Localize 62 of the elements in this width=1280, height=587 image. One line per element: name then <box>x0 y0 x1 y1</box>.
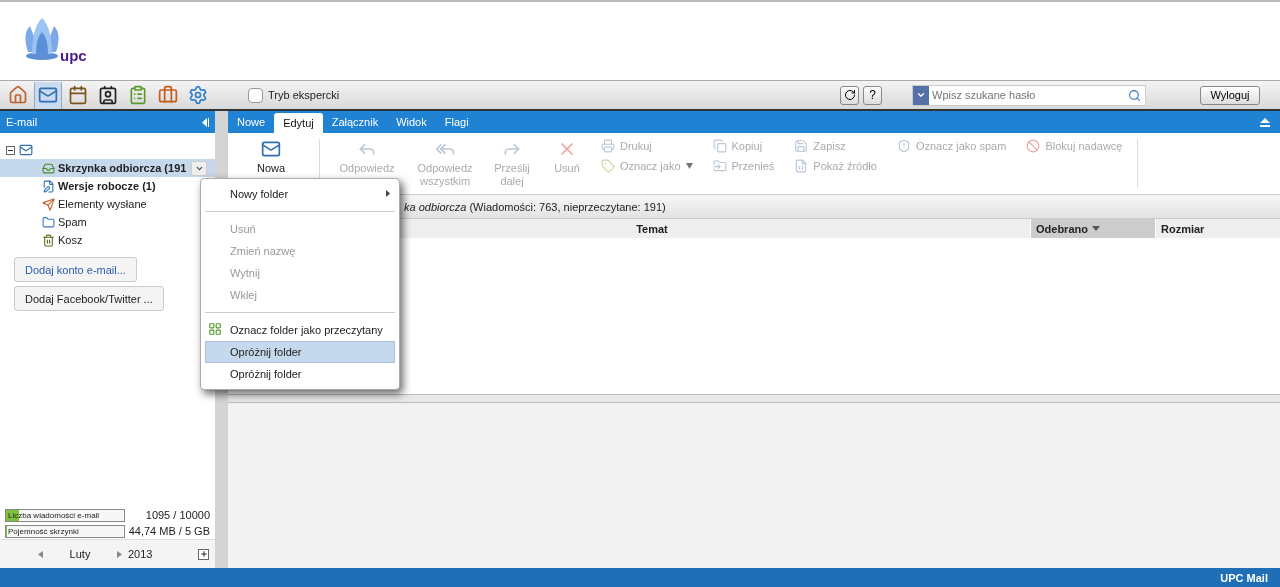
upc-logo: upc <box>18 14 87 62</box>
ribbon-tab[interactable]: Nowe <box>228 111 275 133</box>
month-label: Luty <box>68 548 92 560</box>
calendar-icon <box>68 85 88 105</box>
search-icon[interactable] <box>1128 88 1141 102</box>
refresh-icon <box>843 89 856 101</box>
app-name: UPC Mail <box>1220 571 1268 584</box>
previous-icon[interactable] <box>38 550 43 558</box>
menu-item[interactable]: Opróżnij folder <box>205 363 395 385</box>
checkbox[interactable] <box>248 87 263 103</box>
expand-button[interactable] <box>198 548 209 560</box>
mail-icon <box>19 143 33 157</box>
help-button[interactable]: ? <box>863 85 882 105</box>
send-icon <box>42 197 55 211</box>
collapse-icon[interactable] <box>1260 118 1270 127</box>
ribbon-tab[interactable]: Flagi <box>435 111 478 133</box>
mail-icon <box>261 139 281 159</box>
folder-item[interactable]: Skrzynka odbiorcza (191 <box>0 159 215 177</box>
inbox-icon <box>42 161 55 175</box>
add-account-button[interactable]: Dodaj konto e-mail... <box>14 257 137 282</box>
meter-label: Pojemność skrzynki <box>7 525 80 537</box>
grid-icon <box>208 322 222 336</box>
copy-icon <box>712 139 727 153</box>
menu-item[interactable]: Opróżnij folder <box>205 341 395 363</box>
ribbon-tab[interactable]: Edytuj <box>274 113 323 133</box>
briefcase-icon <box>158 85 178 105</box>
ribbon-tab[interactable]: Załącznik <box>322 111 388 133</box>
folder-info: ka odbiorcza (Wiadomości: 763, nieprzeczytane: 191) <box>404 200 666 213</box>
draft-icon <box>42 179 55 193</box>
meter-reading: 1095 / 10000 <box>144 509 210 521</box>
code-icon <box>794 159 809 173</box>
save-icon <box>794 139 809 153</box>
mail-icon <box>38 85 58 105</box>
sort-caret-icon <box>1091 226 1100 231</box>
shield-icon <box>896 139 911 153</box>
refresh-button[interactable] <box>840 85 859 105</box>
ribbon-tab[interactable]: Widok <box>387 111 436 133</box>
home-icon <box>8 85 28 105</box>
folder-icon <box>712 159 727 173</box>
search-box[interactable]: Wpisz szukane hasło <box>912 84 1146 106</box>
logout-button[interactable]: Wyloguj <box>1200 85 1260 105</box>
tag-icon <box>601 159 615 173</box>
meter-reading: 44,74 MB / 5 GB <box>127 525 210 537</box>
menu-item[interactable]: Oznacz folder jako przeczytany <box>205 319 395 341</box>
trash-icon <box>42 233 55 247</box>
settings-icon <box>188 85 208 105</box>
collapse-toggle-icon[interactable] <box>6 145 15 155</box>
printer-icon <box>601 139 615 153</box>
folder-icon <box>42 215 55 229</box>
contact-icon <box>98 85 118 105</box>
next-icon[interactable] <box>117 550 122 558</box>
collapse-icon[interactable] <box>202 117 209 127</box>
column-header[interactable]: Rozmiar <box>1155 219 1280 238</box>
column-header[interactable]: Odebrano <box>1030 219 1155 238</box>
add-account-button[interactable]: Dodaj Facebook/Twitter ... <box>14 286 164 311</box>
year-label: 2013 <box>128 548 153 560</box>
checkbox-label: Tryb ekspercki <box>268 89 340 101</box>
panel-title: E-mail <box>6 116 39 128</box>
submenu-icon <box>386 190 390 198</box>
block-icon <box>1026 139 1041 153</box>
checklist-icon <box>128 85 148 105</box>
caret-icon <box>913 85 929 105</box>
